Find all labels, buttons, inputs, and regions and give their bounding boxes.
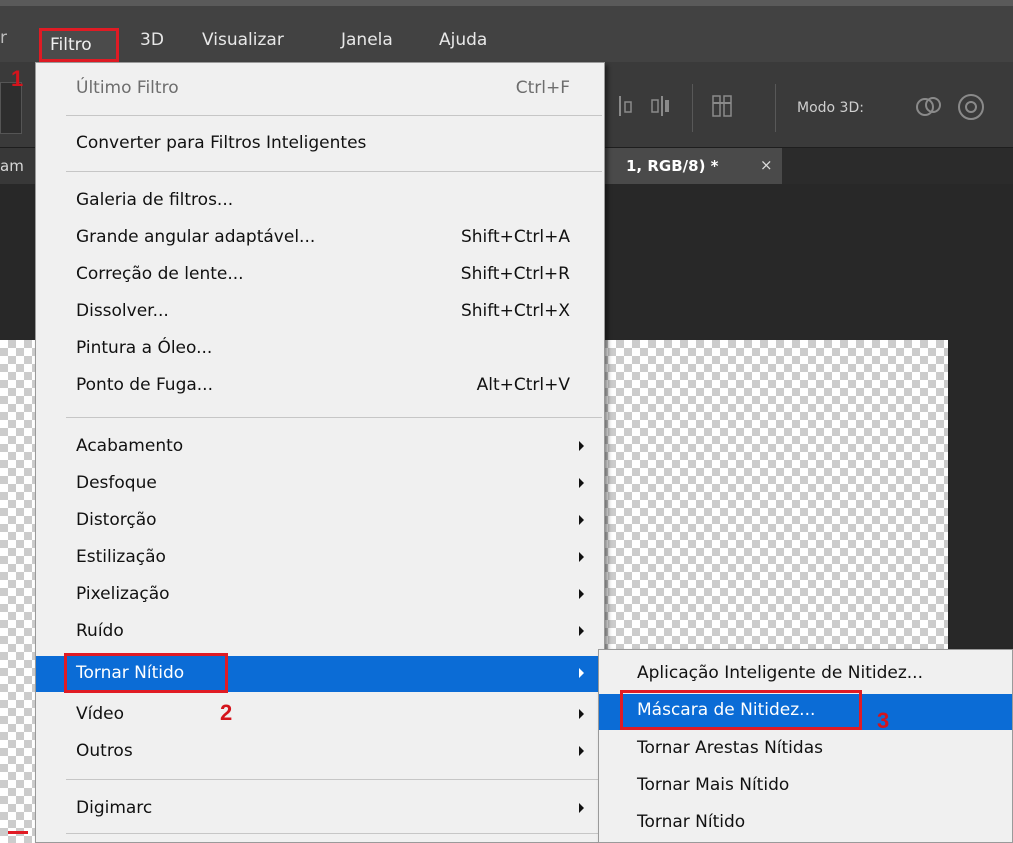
menu-item-label: Vídeo: [76, 704, 125, 724]
menu-item-ruido[interactable]: Ruído: [36, 614, 604, 650]
menu-separator: [66, 417, 602, 418]
menu-separator: [66, 833, 602, 834]
menu-item-desfoque[interactable]: Desfoque: [36, 466, 604, 502]
submenu-arrow-icon: [579, 515, 584, 525]
close-icon[interactable]: ×: [760, 156, 773, 174]
submenu-arrow-icon: [579, 803, 584, 813]
step-number-2: 2: [220, 700, 233, 725]
menu-item-ponto-de-fuga[interactable]: Ponto de Fuga... Alt+Ctrl+V: [36, 368, 604, 404]
sharpen-submenu: Aplicação Inteligente de Nitidez... Másc…: [598, 649, 1013, 843]
step-number-1: 1: [11, 66, 24, 91]
submenu-item-label: Aplicação Inteligente de Nitidez...: [637, 663, 923, 683]
roll-3d-icon[interactable]: [954, 90, 988, 124]
menu-item-label: Estilização: [76, 547, 166, 567]
menu-item-label: Pintura a Óleo...: [76, 338, 213, 358]
submenu-arrow-icon: [579, 552, 584, 562]
menu-item-converter-filtros-inteligentes[interactable]: Converter para Filtros Inteligentes: [36, 126, 604, 162]
document-tab-active[interactable]: 1, RGB/8) * ×: [604, 148, 782, 184]
submenu-arrow-icon: [579, 668, 584, 678]
distribute-horizontal-icon[interactable]: [616, 92, 642, 120]
annotation-mark: [8, 831, 28, 834]
menu-item-acabamento[interactable]: Acabamento: [36, 429, 604, 465]
menu-separator: [66, 171, 602, 172]
submenu-item-label: Tornar Arestas Nítidas: [637, 738, 823, 758]
submenu-item-label: Tornar Mais Nítido: [637, 775, 790, 795]
menu-item-label: Último Filtro: [76, 78, 179, 98]
filter-menu: Último Filtro Ctrl+F Converter para Filt…: [35, 62, 605, 843]
menu-item-shortcut: Shift+Ctrl+A: [460, 227, 570, 247]
step-number-3: 3: [877, 708, 890, 733]
submenu-item-tornar-arestas-nitidas[interactable]: Tornar Arestas Nítidas: [599, 732, 1012, 768]
menu-item-distorcao[interactable]: Distorção: [36, 503, 604, 539]
menu-item-dissolver[interactable]: Dissolver... Shift+Ctrl+X: [36, 294, 604, 330]
menu-item-label: Pixelização: [76, 584, 170, 604]
menu-visualizar[interactable]: Visualizar: [202, 30, 284, 50]
distribute-centers-icon[interactable]: [648, 92, 674, 120]
menu-item-label: Galeria de filtros...: [76, 190, 234, 210]
menu-item-label: Acabamento: [76, 436, 184, 456]
options-separator: [775, 84, 776, 132]
menu-item-label: Distorção: [76, 510, 157, 530]
menu-item-digimarc[interactable]: Digimarc: [36, 791, 604, 827]
menu-item-label: Ruído: [76, 621, 124, 641]
document-tab-left[interactable]: am: [0, 148, 36, 184]
submenu-arrow-icon: [579, 478, 584, 488]
submenu-arrow-icon: [579, 626, 584, 636]
menu-item-label: Grande angular adaptável...: [76, 227, 316, 247]
menu-bar: r Filtro 3D Visualizar Janela Ajuda: [0, 0, 1013, 62]
menu-item-label: Ponto de Fuga...: [76, 375, 213, 395]
menu-item-shortcut: Shift+Ctrl+R: [460, 264, 570, 284]
menu-item-grande-angular[interactable]: Grande angular adaptável... Shift+Ctrl+A: [36, 220, 604, 256]
menu-item-correcao-de-lente[interactable]: Correção de lente... Shift+Ctrl+R: [36, 257, 604, 293]
menu-item-label: Digimarc: [76, 798, 153, 818]
menu-item-outros[interactable]: Outros: [36, 734, 604, 770]
menu-item-pixelizacao[interactable]: Pixelização: [36, 577, 604, 613]
menu-filtro[interactable]: Filtro: [39, 28, 119, 62]
menu-partial-left: r: [0, 28, 7, 48]
mode-3d-label: Modo 3D:: [797, 100, 864, 116]
menu-3d[interactable]: 3D: [140, 30, 164, 50]
menu-separator: [66, 779, 602, 780]
submenu-item-tornar-mais-nitido[interactable]: Tornar Mais Nítido: [599, 769, 1012, 805]
menu-separator: [66, 115, 602, 116]
menu-item-ultimo-filtro[interactable]: Último Filtro Ctrl+F: [36, 71, 604, 107]
submenu-arrow-icon: [579, 709, 584, 719]
auto-align-icon[interactable]: [710, 92, 736, 120]
document-tab-active-label: 1, RGB/8) *: [626, 157, 719, 175]
document-tab-left-label: am: [0, 157, 24, 175]
menu-item-label: Converter para Filtros Inteligentes: [76, 133, 367, 153]
submenu-arrow-icon: [579, 746, 584, 756]
submenu-arrow-icon: [579, 589, 584, 599]
menu-item-pintura-a-oleo[interactable]: Pintura a Óleo...: [36, 331, 604, 367]
options-separator: [692, 84, 693, 132]
submenu-item-aplicacao-inteligente[interactable]: Aplicação Inteligente de Nitidez...: [599, 657, 1012, 693]
menu-item-label: Dissolver...: [76, 301, 169, 321]
annotation-box-mascara-de-nitidez: [620, 690, 862, 730]
submenu-item-label: Tornar Nítido: [637, 812, 746, 832]
submenu-arrow-icon: [579, 441, 584, 451]
submenu-item-tornar-nitido[interactable]: Tornar Nítido: [599, 806, 1012, 842]
menu-item-shortcut: Alt+Ctrl+V: [476, 375, 570, 395]
menu-item-video[interactable]: Vídeo: [36, 697, 604, 733]
menu-item-label: Outros: [76, 741, 133, 761]
menu-item-shortcut: Ctrl+F: [515, 78, 570, 98]
menu-item-estilizacao[interactable]: Estilização: [36, 540, 604, 576]
menu-item-galeria-de-filtros[interactable]: Galeria de filtros...: [36, 183, 604, 219]
orbit-3d-icon[interactable]: [912, 90, 946, 124]
menu-ajuda[interactable]: Ajuda: [439, 30, 487, 50]
menu-item-label: Desfoque: [76, 473, 157, 493]
menu-janela[interactable]: Janela: [341, 30, 393, 50]
menu-filtro-label: Filtro: [50, 35, 92, 55]
menu-item-shortcut: Shift+Ctrl+X: [460, 301, 570, 321]
annotation-box-tornar-nitido: [64, 653, 228, 693]
menu-item-label: Correção de lente...: [76, 264, 244, 284]
